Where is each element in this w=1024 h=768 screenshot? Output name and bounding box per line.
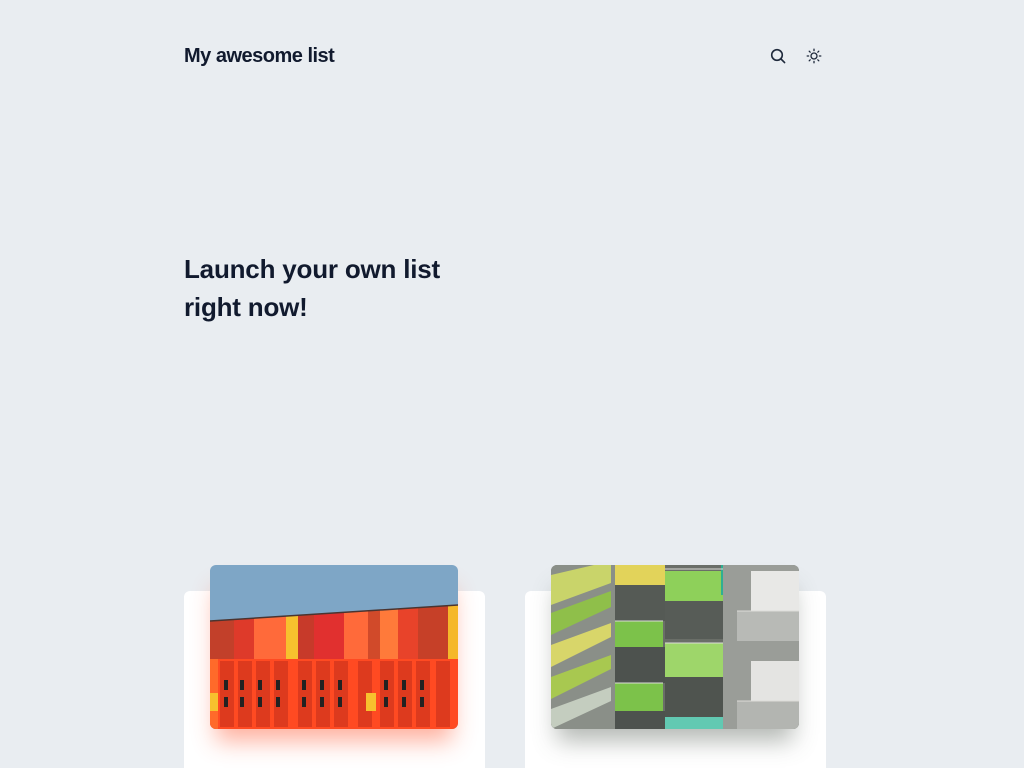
card-image[interactable]: [551, 565, 799, 729]
hero-heading-line2: right now!: [184, 292, 308, 322]
theme-toggle-button[interactable]: [802, 44, 826, 68]
site-title-link[interactable]: My awesome list: [184, 45, 335, 68]
hero: Launch your own list right now!: [184, 250, 504, 326]
orange-building-image: [210, 565, 458, 729]
search-icon: [770, 48, 786, 64]
header-actions: [766, 44, 826, 68]
page: My awesome list Launch your own list rig…: [0, 0, 1024, 768]
list-card[interactable]: [184, 565, 485, 768]
card-image[interactable]: [210, 565, 458, 729]
list-card[interactable]: [525, 565, 826, 768]
hero-heading-line1: Launch your own list: [184, 254, 441, 284]
search-button[interactable]: [766, 44, 790, 68]
site-header: My awesome list: [184, 40, 824, 72]
sun-icon: [806, 48, 822, 64]
hero-heading: Launch your own list right now!: [184, 250, 504, 326]
green-balconies-image: [551, 565, 799, 729]
